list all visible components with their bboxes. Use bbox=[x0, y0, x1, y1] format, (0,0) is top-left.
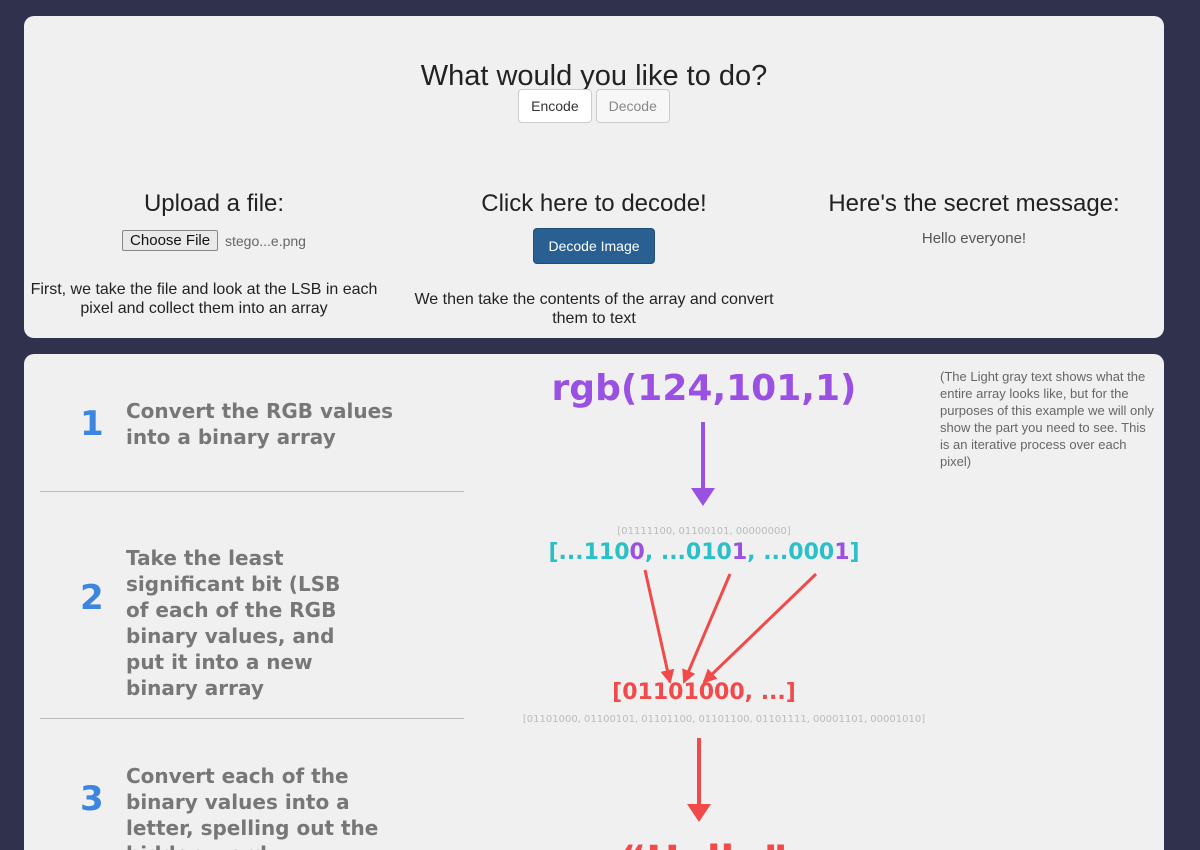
upload-title: Upload a file: bbox=[143, 190, 285, 217]
encode-button[interactable]: Encode bbox=[518, 89, 592, 123]
upload-section: Upload a file: Choose File stego...e.png bbox=[24, 190, 404, 251]
decode-section: Click here to decode! Decode Image bbox=[404, 190, 784, 264]
decode-mode-button[interactable]: Decode bbox=[595, 89, 670, 123]
decode-description: We then take the contents of the array a… bbox=[414, 291, 774, 327]
arrow-lsb-1 bbox=[643, 569, 675, 684]
mode-switch: Encode Decode bbox=[24, 89, 1164, 123]
file-name: stego...e.png bbox=[224, 232, 306, 249]
file-picker: Choose File stego...e.png bbox=[24, 230, 404, 251]
arrow-lsb-2 bbox=[682, 573, 732, 684]
arrow-binary-to-word bbox=[687, 738, 711, 822]
decode-title: Click here to decode! bbox=[481, 190, 707, 217]
arrow-rgb-to-binary bbox=[691, 422, 715, 506]
secret-section: Here's the secret message: Hello everyon… bbox=[784, 190, 1164, 247]
choose-file-button[interactable]: Choose File bbox=[122, 230, 219, 251]
arrow-lsb-3 bbox=[702, 572, 818, 684]
secret-message: Hello everyone! bbox=[921, 230, 1027, 247]
decode-image-button[interactable]: Decode Image bbox=[533, 228, 655, 264]
mode-panel: What would you like to do? Encode Decode… bbox=[24, 16, 1164, 338]
explanation-panel: 1 Convert the RGB values into a binary a… bbox=[24, 354, 1164, 850]
secret-title: Here's the secret message: bbox=[828, 190, 1120, 217]
upload-description: First, we take the file and look at the … bbox=[30, 281, 378, 317]
arrows-diagram bbox=[643, 422, 818, 822]
